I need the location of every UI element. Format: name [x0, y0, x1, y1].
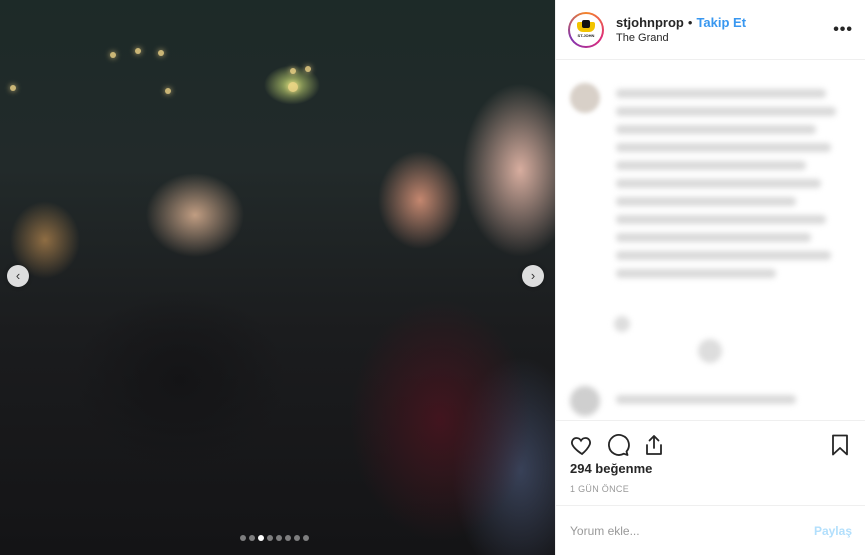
- bookmark-icon[interactable]: [828, 433, 852, 457]
- blurred-comment-line: [616, 179, 821, 188]
- light-bokeh: [10, 85, 16, 91]
- carousel-dot: [303, 535, 309, 541]
- blurred-comment-line: [616, 233, 811, 242]
- carousel-dot: [249, 535, 255, 541]
- carousel-indicator: [240, 535, 309, 541]
- username-link[interactable]: stjohnprop: [616, 15, 684, 30]
- more-options-icon[interactable]: •••: [833, 21, 853, 39]
- blurred-comment-line: [616, 197, 796, 206]
- comments-area: [556, 61, 865, 419]
- post-sidebar: ST.JOHN stjohnprop • Takip Et The Grand …: [555, 0, 865, 555]
- carousel-prev-button[interactable]: ‹: [7, 265, 29, 287]
- light-bokeh: [288, 82, 298, 92]
- action-bar: [556, 420, 865, 460]
- comment-form: Paylaş: [556, 505, 865, 555]
- light-bokeh: [135, 48, 141, 54]
- post-header: ST.JOHN stjohnprop • Takip Et The Grand …: [556, 0, 865, 60]
- carousel-dot: [258, 535, 264, 541]
- light-bokeh: [165, 88, 171, 94]
- blurred-comment-line: [616, 107, 836, 116]
- header-text: stjohnprop • Takip Et The Grand: [616, 15, 833, 44]
- carousel-dot: [285, 535, 291, 541]
- likes-count[interactable]: 294 beğenme: [570, 461, 652, 476]
- carousel-dot: [294, 535, 300, 541]
- blurred-comment-line: [616, 161, 806, 170]
- light-bokeh: [110, 52, 116, 58]
- blurred-reply-icon: [614, 316, 630, 332]
- blurred-commenter-avatar: [570, 386, 600, 416]
- light-bokeh: [290, 68, 296, 74]
- location-link[interactable]: The Grand: [616, 32, 833, 44]
- share-icon[interactable]: [642, 433, 666, 457]
- commenter-avatar: [570, 83, 600, 113]
- comment-icon[interactable]: [606, 433, 630, 457]
- carousel-dot: [276, 535, 282, 541]
- carousel-dot: [267, 535, 273, 541]
- logo-mark-icon: [577, 19, 595, 32]
- follow-button[interactable]: Takip Et: [696, 15, 746, 30]
- post-timestamp: 1 GÜN ÖNCE: [570, 484, 630, 494]
- avatar-logo: ST.JOHN: [570, 13, 602, 46]
- separator: •: [687, 15, 693, 30]
- blurred-comment-line: [616, 251, 831, 260]
- blurred-comment-line: [616, 125, 816, 134]
- avatar-text: ST.JOHN: [577, 32, 595, 38]
- post-photo[interactable]: ‹ ›: [0, 0, 555, 555]
- blurred-comment-line: [616, 143, 831, 152]
- comment-input[interactable]: [570, 523, 814, 538]
- heart-icon[interactable]: [570, 433, 594, 457]
- light-bokeh: [305, 66, 311, 72]
- blurred-comment-line: [616, 215, 826, 224]
- light-bokeh: [158, 50, 164, 56]
- blurred-comment-line: [616, 89, 826, 98]
- carousel-next-button[interactable]: ›: [522, 265, 544, 287]
- avatar[interactable]: ST.JOHN: [568, 11, 604, 48]
- blurred-comment-line: [616, 269, 776, 278]
- blurred-comment-line: [616, 395, 796, 404]
- carousel-dot: [240, 535, 246, 541]
- post-comment-button[interactable]: Paylaş: [814, 524, 852, 538]
- blurred-load-more-icon: [698, 339, 722, 363]
